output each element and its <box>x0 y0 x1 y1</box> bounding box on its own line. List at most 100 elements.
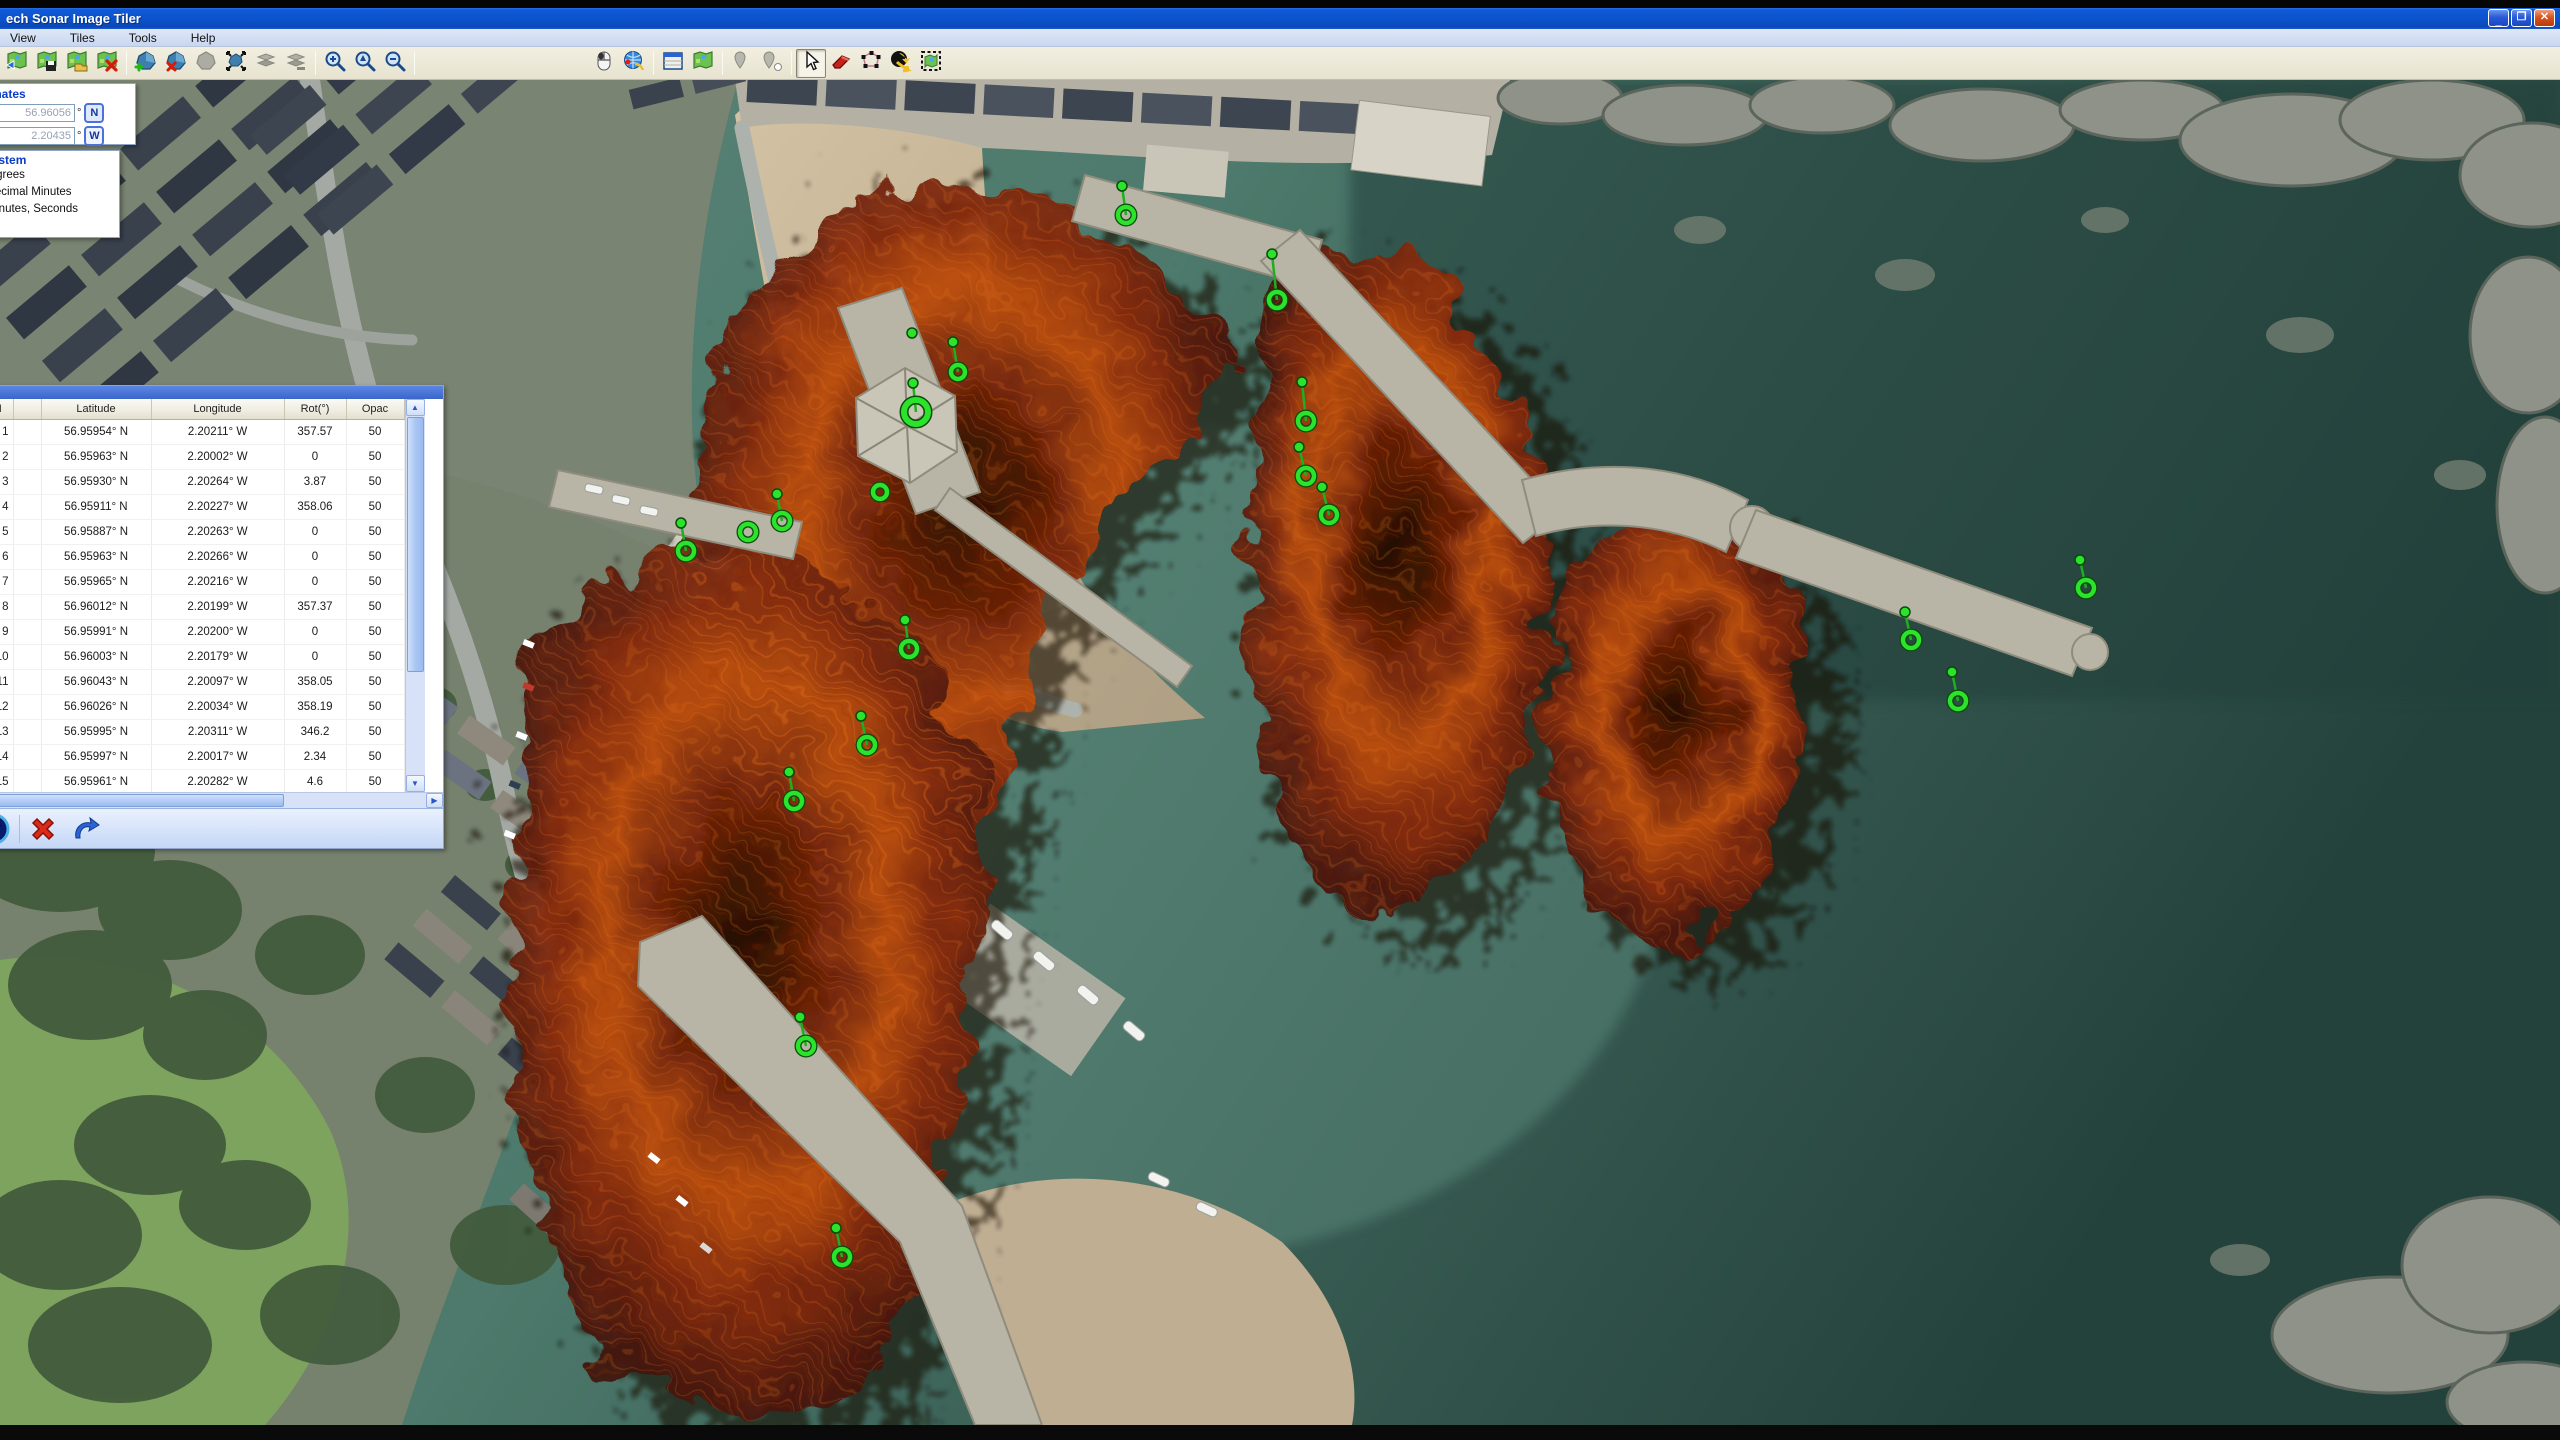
polygon-select-button[interactable] <box>856 49 886 78</box>
scroll-up-button[interactable]: ▲ <box>406 399 425 416</box>
grid-window-icon <box>661 49 685 78</box>
coordinates-panel: n Coordinates de:56.96056°Nude:2.20435°W <box>0 83 136 145</box>
map-open-button[interactable] <box>62 49 92 78</box>
hemisphere-w-button[interactable]: W <box>84 126 104 146</box>
polygon-delete-icon <box>164 49 188 78</box>
scroll-down-button[interactable]: ▼ <box>406 775 425 792</box>
table-column-header[interactable]: Opac <box>346 399 404 419</box>
map-delete-button[interactable] <box>92 49 122 78</box>
table-column-header[interactable] <box>13 399 41 419</box>
table-column-header[interactable]: Rot(°) <box>284 399 346 419</box>
select-region-icon <box>919 49 943 78</box>
globe-icon <box>622 49 646 78</box>
rotate-tile-button[interactable] <box>886 49 916 78</box>
table-row[interactable]: 1256.96026° N2.20034° W358.1950 <box>0 694 404 719</box>
cursor-button[interactable] <box>796 49 826 78</box>
coordinates-panel-title: n Coordinates <box>0 87 131 101</box>
polygon-select-icon <box>859 49 883 78</box>
tile-position-marker[interactable] <box>907 328 917 338</box>
map-arrow-button[interactable] <box>2 49 32 78</box>
zoom-extents-button[interactable] <box>350 49 380 78</box>
table-column-header[interactable]: N <box>0 399 13 419</box>
table-row[interactable]: 1156.96043° N2.20097° W358.0550 <box>0 669 404 694</box>
polygon-move-button[interactable] <box>221 49 251 78</box>
close-button[interactable]: ✕ <box>2534 9 2555 27</box>
eraser-button[interactable] <box>826 49 856 78</box>
coordinate-system-title: dinate System <box>0 153 115 167</box>
zoom-in-icon <box>323 49 347 78</box>
toolbar <box>0 47 2560 80</box>
coordinate-system-panel: dinate System ecimal Degreesegrees, Deci… <box>0 150 120 238</box>
coordinate-system-option[interactable]: ecimal Degrees <box>0 167 115 184</box>
mouse-icon <box>592 49 616 78</box>
table-row[interactable]: 556.95887° N2.20263° W050 <box>0 519 404 544</box>
map-save-button[interactable] <box>32 49 62 78</box>
tiles-remove-disabled-button[interactable] <box>281 49 311 78</box>
polygon-move-icon <box>224 49 248 78</box>
grid-window-button[interactable] <box>658 49 688 78</box>
globe-button[interactable] <box>619 49 649 78</box>
coord-value-input[interactable]: 2.20435 <box>0 127 75 145</box>
scroll-right-button[interactable]: ▶ <box>426 793 443 808</box>
table-row[interactable]: 1456.95997° N2.20017° W2.3450 <box>0 744 404 769</box>
menu-item-tools[interactable]: Tools <box>119 31 167 45</box>
polygon-add-icon <box>134 49 158 78</box>
confirm-drop-button[interactable] <box>0 812 11 846</box>
table-row[interactable]: 356.95930° N2.20264° W3.8750 <box>0 469 404 494</box>
tile-list-title-bar[interactable] <box>0 386 443 399</box>
map-tiles-button[interactable] <box>688 49 718 78</box>
table-vertical-scrollbar[interactable]: ▲ ▼ <box>405 399 425 792</box>
window-title: ech Sonar Image Tiler <box>0 11 141 26</box>
pin-drop-disabled-button[interactable] <box>757 49 787 78</box>
hemisphere-n-button[interactable]: N <box>84 103 104 123</box>
menu-item-tiles[interactable]: Tiles <box>60 31 105 45</box>
pin-disabled-icon <box>730 49 754 78</box>
screen-bottom-strip <box>0 1425 2560 1440</box>
hscroll-thumb[interactable] <box>0 794 284 807</box>
table-column-header[interactable]: Longitude <box>151 399 284 419</box>
table-row[interactable]: 856.96012° N2.20199° W357.3750 <box>0 594 404 619</box>
table-row[interactable]: 656.95963° N2.20266° W050 <box>0 544 404 569</box>
tiles-disabled-icon <box>254 49 278 78</box>
minimize-button[interactable]: _ <box>2488 9 2509 27</box>
table-row[interactable]: 1056.96003° N2.20179° W050 <box>0 644 404 669</box>
zoom-out-icon <box>383 49 407 78</box>
table-row[interactable]: 156.95954° N2.20211° W357.5750 <box>0 419 404 444</box>
polygon-add-button[interactable] <box>131 49 161 78</box>
tile-list-panel: N LatitudeLongitudeRot(°)Opac 156.95954° … <box>0 385 444 849</box>
scroll-thumb[interactable] <box>407 417 424 672</box>
pin-disabled-button[interactable] <box>727 49 757 78</box>
zoom-out-button[interactable] <box>380 49 410 78</box>
map-arrow-icon <box>5 49 29 78</box>
select-region-button[interactable] <box>916 49 946 78</box>
map-tiles-icon <box>691 49 715 78</box>
title-bar[interactable]: ech Sonar Image Tiler _ ❐ ✕ <box>0 8 2560 29</box>
menu-item-view[interactable]: View <box>0 31 46 45</box>
table-row[interactable]: 956.95991° N2.20200° W050 <box>0 619 404 644</box>
polygon-disabled-button[interactable] <box>191 49 221 78</box>
zoom-extents-icon <box>353 49 377 78</box>
coord-value-input[interactable]: 56.96056 <box>0 104 75 122</box>
coordinate-system-option[interactable]: TM <box>0 218 115 235</box>
coordinate-system-option[interactable]: egrees, Minutes, Seconds <box>0 201 115 218</box>
delete-tile-button[interactable] <box>28 814 58 844</box>
zoom-in-button[interactable] <box>320 49 350 78</box>
restore-button[interactable]: ❐ <box>2511 9 2532 27</box>
map-delete-icon <box>95 49 119 78</box>
table-horizontal-scrollbar[interactable]: ▶ <box>0 792 443 808</box>
tiles-disabled-button[interactable] <box>251 49 281 78</box>
table-row[interactable]: 756.95965° N2.20216° W050 <box>0 569 404 594</box>
table-row[interactable]: 1556.95961° N2.20282° W4.650 <box>0 769 404 792</box>
coordinate-system-option[interactable]: egrees, Decimal Minutes <box>0 184 115 201</box>
tile-table-actions <box>0 808 443 848</box>
menu-item-help[interactable]: Help <box>181 31 226 45</box>
undo-button[interactable] <box>68 814 102 844</box>
mouse-button[interactable] <box>589 49 619 78</box>
tiles-remove-disabled-icon <box>284 49 308 78</box>
tile-table[interactable]: N LatitudeLongitudeRot(°)Opac 156.95954° … <box>0 399 405 792</box>
table-row[interactable]: 456.95911° N2.20227° W358.0650 <box>0 494 404 519</box>
table-column-header[interactable]: Latitude <box>41 399 151 419</box>
polygon-delete-button[interactable] <box>161 49 191 78</box>
table-row[interactable]: 1356.95995° N2.20311° W346.250 <box>0 719 404 744</box>
table-row[interactable]: 256.95963° N2.20002° W050 <box>0 444 404 469</box>
